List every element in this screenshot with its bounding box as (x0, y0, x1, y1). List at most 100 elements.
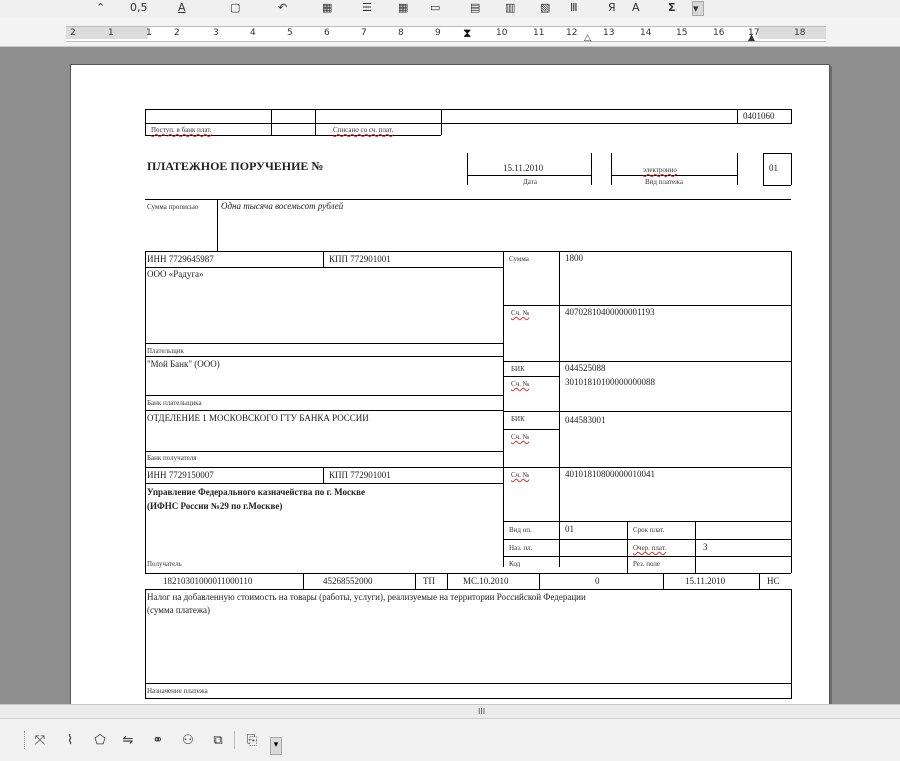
line (503, 521, 791, 522)
curve-icon[interactable]: ⌇ (62, 733, 78, 749)
connector-icon[interactable]: ⇋ (120, 733, 136, 749)
ruler-right-margin (758, 27, 826, 39)
line (145, 451, 503, 452)
form-code: 0401060 (743, 111, 775, 121)
received-label: Поступ. в банк плат. (151, 126, 212, 134)
payer-bik-label: БИК (511, 365, 525, 373)
line (145, 395, 503, 396)
payer-corr-label: Сч. № (511, 380, 530, 388)
ruler-number: 14 (640, 28, 652, 38)
recipient-bank-name: ОТДЕЛЕНИЕ 1 МОСКОВСКОГО ГТУ БАНКА РОССИИ (147, 413, 369, 423)
line (791, 153, 792, 185)
split-icon[interactable]: ▤ (470, 1, 480, 14)
payer-account: 40702810400000001193 (565, 307, 655, 317)
chart-icon[interactable]: ▧ (540, 1, 550, 14)
toolbar-overflow-icon[interactable]: ▾ (270, 737, 282, 755)
payer-label: Плательщик (147, 347, 184, 355)
line (323, 251, 324, 267)
payer-corr-account: 30101810100000000088 (565, 377, 655, 387)
sort-asc-button[interactable]: A (632, 1, 640, 14)
line (145, 589, 791, 590)
date-label: Дата (523, 178, 537, 186)
recipient-inn: ИНН 7729150007 (147, 470, 214, 480)
right-indent-icon[interactable]: ▲ (748, 33, 755, 43)
payer-kpp: КПП 772901001 (329, 254, 391, 264)
line (145, 467, 503, 468)
font-color-button[interactable]: A (178, 1, 186, 14)
horizontal-ruler[interactable]: 2 1 1 2 3 4 5 6 7 8 9 10 11 12 13 14 15 … (0, 18, 900, 47)
line (145, 573, 791, 574)
ruler-number: 4 (250, 28, 256, 38)
undo-icon[interactable]: ↶ (278, 1, 287, 14)
recipient-account-label: Сч. № (511, 471, 530, 479)
shape-icon[interactable]: ⬠ (92, 733, 108, 749)
frame-icon[interactable]: ▢ (230, 1, 240, 14)
horizontal-scrollbar[interactable]: III (0, 704, 900, 719)
document-title: ПЛАТЕЖНОЕ ПОРУЧЕНИЕ № (147, 159, 324, 173)
insert-icon[interactable]: ▭ (430, 1, 440, 14)
op-type-value: 01 (565, 524, 574, 534)
line (303, 573, 304, 589)
align-icon[interactable]: ☰ (362, 1, 372, 14)
merge-icon[interactable]: ▥ (505, 1, 515, 14)
ruler-number: 5 (287, 28, 293, 38)
status-value: 01 (769, 163, 778, 173)
sum-button[interactable]: Σ (668, 1, 676, 14)
ruler-number: 15 (676, 28, 688, 38)
line (791, 251, 792, 573)
line (763, 153, 791, 154)
line (737, 123, 791, 124)
line-width-field[interactable]: 0,5 (130, 1, 148, 14)
toolbar-separator (234, 731, 235, 749)
document-page[interactable]: 0401060 Поступ. в банк плат. Списано со … (70, 64, 830, 706)
points-icon[interactable]: ⤧ (32, 733, 48, 749)
ruler-strip (66, 26, 826, 42)
period-value: МС.10.2010 (463, 576, 509, 586)
recipient-kpp: КПП 772901001 (329, 470, 391, 480)
line (737, 109, 791, 110)
line (591, 153, 592, 185)
toolbar-handle[interactable] (24, 731, 27, 749)
ruler-number: 7 (361, 28, 367, 38)
line (145, 483, 503, 484)
ruler-number: 9 (435, 28, 441, 38)
fontwork-icon[interactable]: ⚇ (180, 733, 196, 749)
due-label: Срок плат. (633, 526, 665, 534)
payer-inn: ИНН 7729645987 (147, 254, 214, 264)
toolbar-overflow-icon[interactable]: ▾ (692, 1, 704, 16)
arrange-icon[interactable]: ⧉ (210, 733, 226, 749)
scroll-grip-icon[interactable]: III (478, 706, 485, 718)
line (503, 376, 559, 377)
grid-icon[interactable]: ▦ (398, 1, 408, 14)
line (323, 467, 324, 483)
line (441, 109, 442, 135)
payment-kind-value: НС (767, 576, 780, 586)
okato-value: 45268552000 (323, 576, 373, 586)
ruler-left-margin (66, 27, 148, 39)
extrusion-icon[interactable]: ⎘ (244, 733, 260, 749)
recipient-label: Получатель (147, 560, 182, 568)
toolbar-arrow-icon[interactable]: ⌃ (96, 1, 105, 14)
line (737, 109, 738, 124)
ruler-number: 10 (496, 28, 508, 38)
line (145, 698, 791, 699)
line (763, 153, 764, 185)
purpose-text-line1: Налог на добавленную стоимость на товары… (147, 592, 586, 602)
sort-desc-button[interactable]: Я (608, 1, 616, 14)
ruler-number: 6 (324, 28, 330, 38)
indent-marker-icon[interactable]: ⧗ (463, 22, 471, 44)
line (145, 109, 146, 135)
group-icon[interactable]: ⚭ (150, 733, 166, 749)
order-label: Очер. плат. (633, 544, 667, 552)
columns-icon[interactable]: Ⅲ (570, 1, 578, 14)
payer-bank-name: "Мой Банк" (ООО) (147, 359, 220, 369)
payer-bank-label: Банк плательщика (147, 399, 202, 407)
table-icon[interactable]: ▦ (322, 1, 332, 14)
tab-stop-icon[interactable]: △ (584, 33, 591, 43)
line (447, 573, 448, 589)
line (503, 467, 791, 468)
line (627, 521, 628, 573)
line (145, 410, 503, 411)
recipient-bank-label: Банк получателя (147, 454, 197, 462)
recipient-name-line2: (ИФНС России №29 по г.Москве) (147, 501, 283, 511)
